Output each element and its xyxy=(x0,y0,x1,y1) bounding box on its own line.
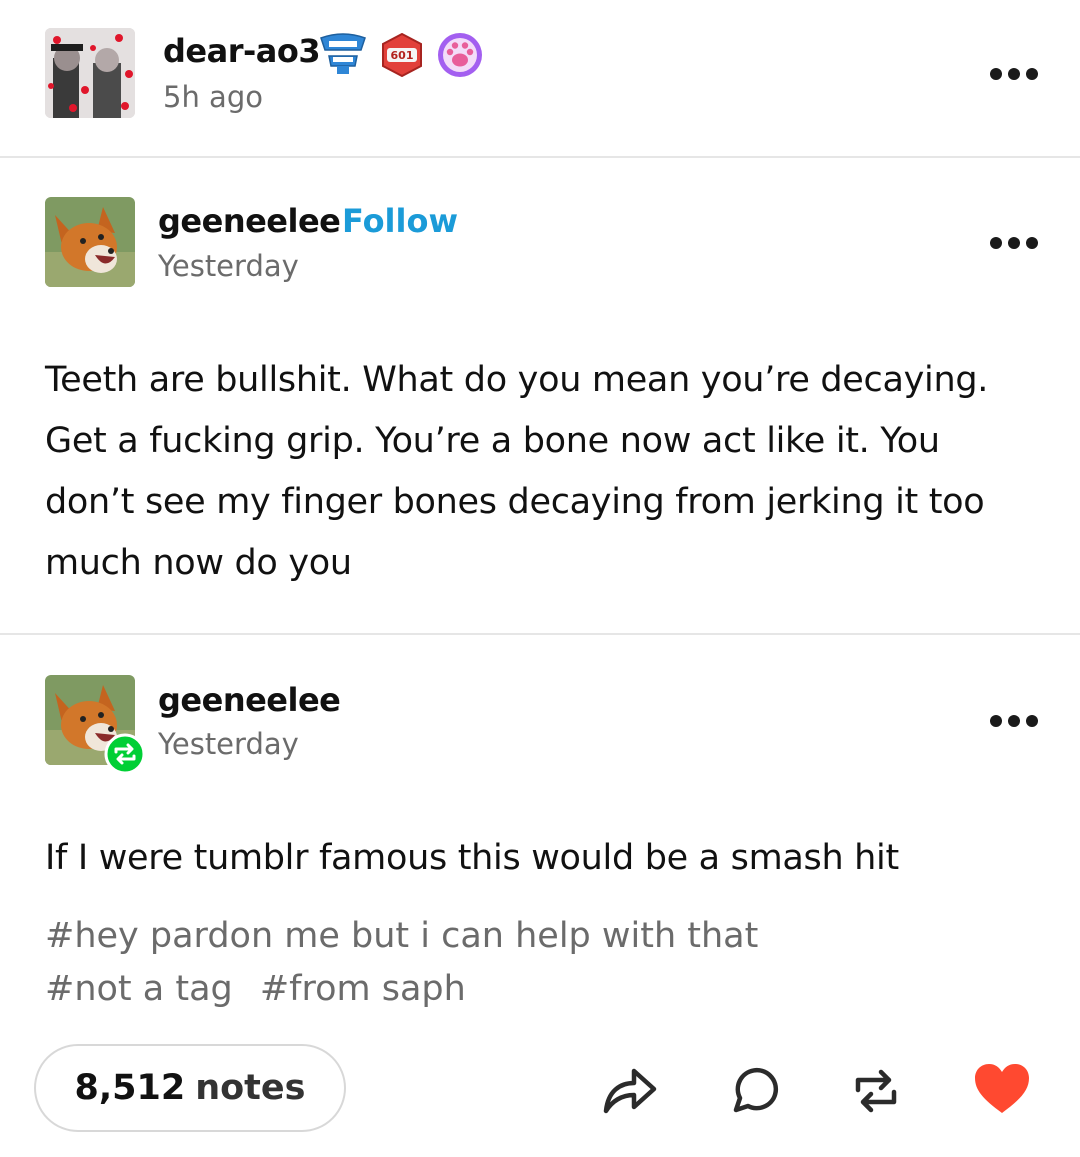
reblog-icon[interactable] xyxy=(848,1066,904,1116)
body-line: Get a fucking grip. You’re a bone now ac… xyxy=(45,421,940,461)
share-icon[interactable] xyxy=(600,1061,660,1117)
reblogger-more-options-icon[interactable] xyxy=(990,68,1038,80)
avatar-image xyxy=(45,28,135,118)
notes-count: 8,512 xyxy=(74,1068,186,1108)
divider xyxy=(0,156,1080,158)
body-line: don’t see my finger bones decaying from … xyxy=(45,482,985,522)
original-more-options-icon[interactable] xyxy=(990,237,1038,249)
tag-link[interactable]: #hey pardon me but i can help with that xyxy=(45,916,758,956)
reply-more-options-icon[interactable] xyxy=(990,715,1038,727)
body-line: much now do you xyxy=(45,543,352,583)
body-line: Teeth are bullshit. What do you mean you… xyxy=(45,360,989,400)
paw-badge-icon xyxy=(436,31,484,79)
reblogger-avatar[interactable] xyxy=(45,28,135,118)
fox-avatar-image xyxy=(45,197,135,287)
tag-list: #hey pardon me but i can help with that … xyxy=(45,910,1045,1016)
reply-username[interactable]: geeneelee xyxy=(158,681,341,719)
notes-button[interactable]: 8,512 notes xyxy=(34,1044,346,1132)
tag-link[interactable]: #from saph xyxy=(260,969,466,1009)
teeth-badge-icon xyxy=(315,32,371,76)
reply-icon[interactable] xyxy=(728,1064,780,1116)
follow-button[interactable]: Follow xyxy=(342,202,458,240)
level-badge-icon: 601 xyxy=(380,32,424,78)
reblog-badge-icon xyxy=(104,733,146,775)
original-username[interactable]: geeneelee xyxy=(158,202,341,240)
reply-timestamp: Yesterday xyxy=(158,727,299,761)
original-timestamp: Yesterday xyxy=(158,249,299,283)
notes-label: notes xyxy=(195,1068,306,1108)
heart-icon[interactable] xyxy=(973,1063,1031,1115)
reblogger-timestamp: 5h ago xyxy=(163,80,263,114)
reply-post-body: If I were tumblr famous this would be a … xyxy=(45,838,899,878)
original-avatar[interactable] xyxy=(45,197,135,287)
original-post-body: Teeth are bullshit. What do you mean you… xyxy=(45,350,1055,594)
level-badge-text: 601 xyxy=(391,49,414,62)
divider xyxy=(0,633,1080,635)
reblogger-username[interactable]: dear-ao3 xyxy=(163,32,321,70)
tag-link[interactable]: #not a tag xyxy=(45,969,233,1009)
